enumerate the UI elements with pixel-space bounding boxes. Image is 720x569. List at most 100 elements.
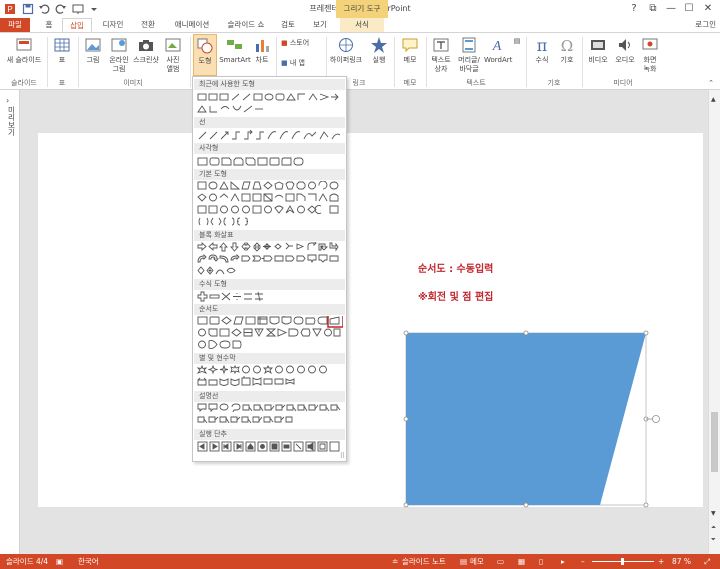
group-divider — [582, 37, 583, 87]
tab-insert[interactable]: 삽입 — [62, 18, 92, 32]
tab-format[interactable]: 서식 — [340, 18, 384, 32]
slideshow-view-icon[interactable]: ▸ — [561, 554, 565, 569]
comments-status-button[interactable]: 메모 — [470, 554, 484, 569]
action-buttons-row[interactable] — [197, 441, 343, 453]
proofing-icon[interactable]: ▣ — [56, 554, 63, 569]
vertical-scrollbar[interactable]: ▲ ▼ ⏶ ⏷ — [708, 90, 720, 554]
video-button[interactable]: 비디오 — [585, 36, 611, 65]
tab-animations[interactable]: 애니메이션 — [166, 18, 218, 32]
normal-view-icon[interactable]: ▭ — [497, 554, 504, 569]
slide-canvas[interactable]: 순서도 : 수동입력 ※회전 및 점 편집 — [38, 133, 703, 508]
action-button[interactable]: 실행 — [368, 36, 390, 65]
online-picture-icon — [111, 38, 127, 52]
callouts-rows[interactable] — [197, 403, 343, 427]
slide-sorter-view-icon[interactable]: ▦ — [518, 554, 525, 569]
flowchart-rows[interactable] — [197, 316, 343, 350]
sizing-handle[interactable] — [523, 330, 529, 336]
slide-text-flowchart-manual-input[interactable]: 순서도 : 수동입력 — [418, 260, 493, 275]
previous-slide-icon[interactable]: ⏶ — [711, 524, 716, 532]
symbol-button[interactable]: Ω 기호 — [556, 36, 578, 65]
lines-row[interactable] — [197, 130, 343, 141]
my-apps-button[interactable]: ■ 내 앱 — [281, 59, 323, 68]
recent-shapes-row[interactable] — [197, 92, 343, 116]
help-button[interactable]: ? — [626, 2, 642, 16]
photo-album-label-1: 사진 — [166, 56, 180, 64]
sizing-handle[interactable] — [403, 416, 409, 422]
picture-button[interactable]: 그림 — [81, 36, 105, 65]
textbox-label-2: 상자 — [434, 65, 448, 73]
video-label: 비디오 — [588, 56, 608, 64]
collapse-ribbon-button[interactable]: ⌃ — [706, 79, 716, 88]
tab-review[interactable]: 검토 — [275, 18, 301, 32]
scrollbar-thumb[interactable] — [711, 412, 718, 472]
thumbnail-pane: › 미리보기 — [0, 90, 20, 554]
notes-icon: ≐ — [392, 557, 399, 566]
zoom-out-button[interactable]: – — [581, 554, 585, 569]
wordart-label: WordArt — [484, 56, 513, 64]
sizing-handle[interactable] — [523, 502, 529, 508]
text-more-button[interactable]: ▤ — [512, 37, 522, 46]
store-button[interactable]: ■ 스토어 — [281, 39, 323, 48]
maximize-button[interactable]: ☐ — [681, 2, 697, 16]
category-lines: 선 — [194, 117, 345, 128]
ribbon-display-options-button[interactable]: ⧉ — [645, 2, 661, 16]
expand-pane-chevron-icon[interactable]: › — [6, 96, 9, 105]
tab-home[interactable]: 홈 — [38, 18, 60, 32]
thumbnail-pane-label[interactable]: 미리보기 — [6, 106, 17, 136]
status-bar: 슬라이드 4/4 ▣ 한국어 ≐ 슬라이드 노트 ▤ 메모 ▭ ▦ ▯ ▸ – … — [0, 554, 720, 569]
zoom-in-button[interactable]: + — [658, 554, 664, 569]
rectangles-row[interactable] — [197, 156, 343, 167]
comment-button[interactable]: 메모 — [398, 36, 422, 65]
tab-file[interactable]: 파일 — [0, 18, 30, 32]
shapes-button[interactable]: 도형 — [193, 34, 217, 76]
screenshot-button[interactable]: 스크린샷 — [132, 36, 160, 65]
scroll-down-icon[interactable]: ▼ — [711, 510, 716, 517]
audio-button[interactable]: 오디오 — [612, 36, 638, 65]
header-footer-label-2: 바닥글 — [459, 65, 479, 73]
next-slide-icon[interactable]: ⏷ — [711, 536, 716, 544]
manual-input-shape[interactable] — [398, 326, 668, 508]
equation-button[interactable]: π 수식 — [530, 36, 554, 65]
tab-view[interactable]: 보기 — [307, 18, 333, 32]
language-indicator[interactable]: 한국어 — [78, 554, 99, 569]
minimize-button[interactable]: — — [663, 2, 679, 16]
zoom-slider-thumb[interactable] — [621, 558, 624, 565]
tab-slideshow[interactable]: 슬라이드 쇼 — [222, 18, 270, 32]
sizing-handle[interactable] — [643, 330, 649, 336]
hyperlink-button[interactable]: 하이퍼링크 — [328, 36, 364, 65]
slide-text-rotate-edit-points[interactable]: ※회전 및 점 편집 — [418, 288, 493, 303]
tab-transitions[interactable]: 전환 — [135, 18, 161, 32]
sign-in-link[interactable]: 로그인 — [695, 18, 716, 32]
group-label-media: 미디어 — [613, 79, 633, 87]
smartart-button[interactable]: SmartArt — [219, 36, 251, 65]
textbox-button[interactable]: 텍스트 상자 — [428, 36, 454, 74]
online-picture-button[interactable]: 온라인 그림 — [106, 36, 132, 74]
title-bar: P 프레젠테이션1 - PowerPoint 그리기 도구 ? ⧉ — ☐ ✕ — [0, 0, 720, 18]
fit-slide-icon[interactable]: ⤢ — [704, 554, 710, 569]
close-button[interactable]: ✕ — [700, 2, 716, 16]
equation-shapes-row[interactable] — [197, 291, 343, 302]
basic-shapes-rows[interactable] — [197, 181, 343, 227]
wordart-button[interactable]: A WordArt — [484, 36, 513, 65]
scroll-up-icon[interactable]: ▲ — [711, 96, 716, 103]
block-arrows-rows[interactable] — [197, 242, 343, 276]
stars-banners-rows[interactable] — [197, 365, 343, 389]
picture-icon — [85, 38, 101, 52]
sizing-handle[interactable] — [643, 502, 649, 508]
gallery-resize-grip-icon[interactable]: ⠿ — [340, 452, 345, 460]
sizing-handle[interactable] — [403, 502, 409, 508]
group-divider — [47, 37, 48, 87]
rotation-handle[interactable] — [652, 415, 660, 423]
new-slide-button[interactable]: 새 슬라이드 — [3, 36, 45, 65]
zoom-level[interactable]: 87 % — [672, 554, 691, 569]
header-footer-button[interactable]: 머리글/ 바닥글 — [455, 36, 483, 74]
reading-view-icon[interactable]: ▯ — [539, 554, 543, 569]
chart-button[interactable]: 차트 — [252, 36, 272, 65]
category-basic-shapes: 기본 도형 — [194, 169, 345, 180]
screen-recording-button[interactable]: 화면 녹화 — [639, 36, 661, 74]
table-button[interactable]: 표 — [51, 36, 73, 65]
tab-design[interactable]: 디자인 — [96, 18, 130, 32]
notes-button[interactable]: 슬라이드 노트 — [402, 554, 446, 569]
photo-album-button[interactable]: 사진 앨범 — [161, 36, 185, 74]
sizing-handle[interactable] — [403, 330, 409, 336]
